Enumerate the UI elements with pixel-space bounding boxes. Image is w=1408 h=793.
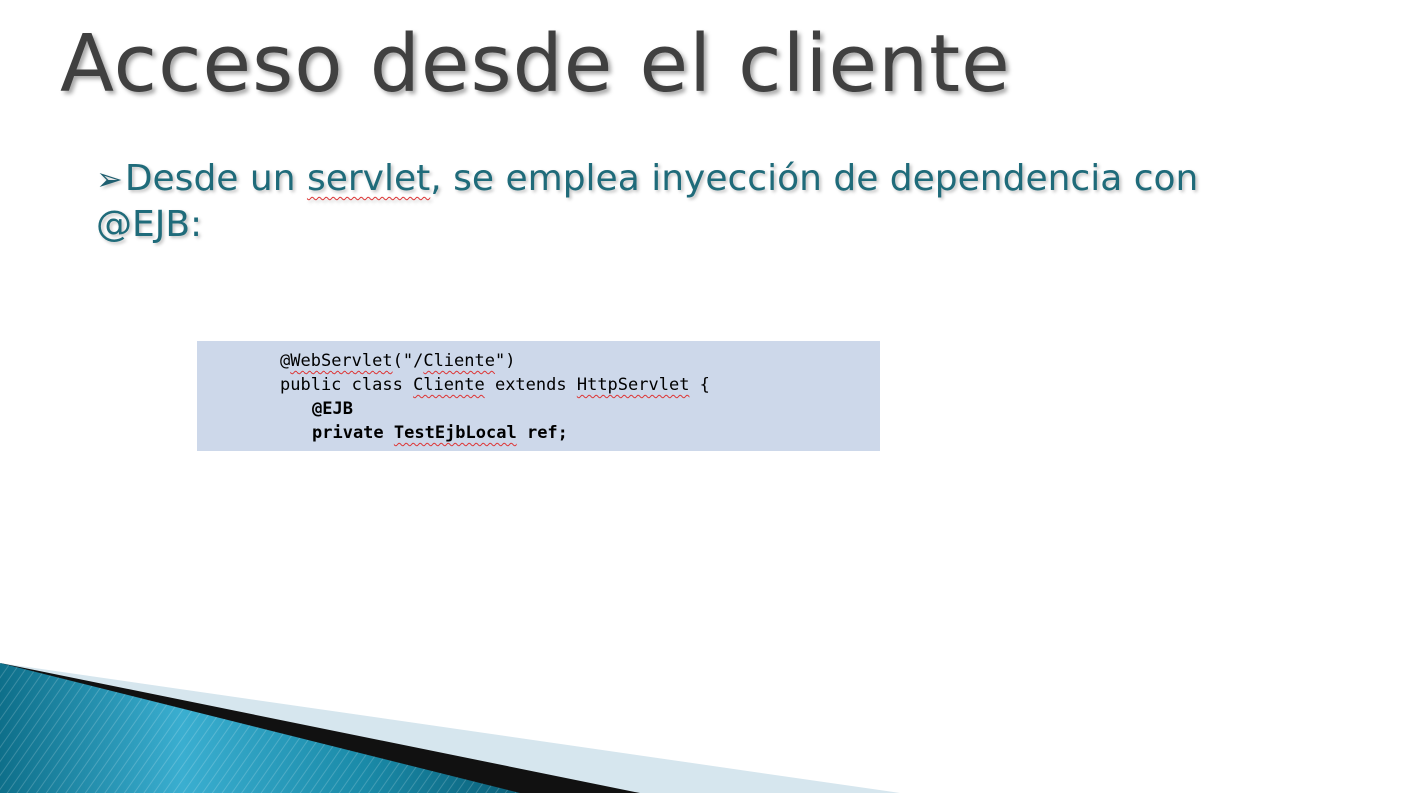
code-annotation-webservlet: WebServlet xyxy=(290,351,393,371)
bullet-part-2: , se emplea inyección de dependencia con xyxy=(430,158,1199,199)
bullet-line-2: @EJB: xyxy=(96,204,203,245)
code-line-4: private TestEjbLocal ref; xyxy=(280,421,880,445)
bullet-servlet-word: servlet xyxy=(306,158,431,199)
code-private: private xyxy=(312,423,394,443)
slide-title: Acceso desde el cliente xyxy=(60,18,1011,110)
bullet-text: ➢Desde un servlet, se emplea inyección d… xyxy=(96,156,1296,247)
code-path-cliente: Cliente xyxy=(423,351,495,371)
code-extends: extends xyxy=(484,375,577,395)
code-base-class: HttpServlet xyxy=(576,375,690,395)
code-line-1: @WebServlet("/Cliente") xyxy=(280,349,880,373)
code-block: @WebServlet("/Cliente") public class Clie… xyxy=(197,341,880,451)
code-public-class: public class xyxy=(280,375,414,395)
slide: Acceso desde el cliente ➢Desde un servle… xyxy=(0,0,1408,793)
code-paren-close: ") xyxy=(494,351,516,371)
code-at-sign: @ xyxy=(280,351,291,371)
code-paren-open: ("/ xyxy=(392,351,424,371)
arrow-bullet-icon: ➢ xyxy=(96,160,123,198)
code-field-ref: ref; xyxy=(516,423,568,443)
code-class-name: Cliente xyxy=(413,375,485,395)
code-type-name: TestEjbLocal xyxy=(393,423,517,443)
code-line-2: public class Cliente extends HttpServlet… xyxy=(280,373,880,397)
code-line-3: @EJB xyxy=(312,399,353,419)
bullet-part-1: Desde un xyxy=(124,158,307,199)
code-brace: { xyxy=(689,375,710,395)
corner-decoration xyxy=(0,663,900,793)
